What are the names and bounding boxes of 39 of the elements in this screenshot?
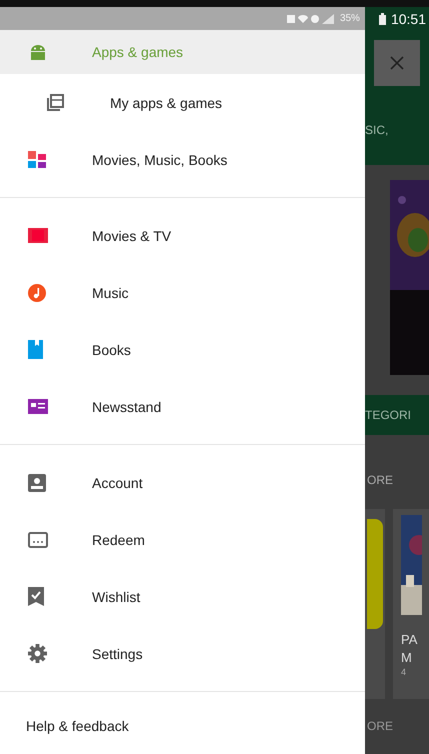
account-icon — [28, 474, 46, 492]
film-icon — [28, 228, 48, 243]
more-link[interactable]: ORE — [367, 719, 429, 733]
app-card[interactable] — [365, 509, 385, 699]
drawer-item[interactable]: Books — [0, 321, 365, 378]
newspaper-icon — [28, 399, 48, 414]
header-text: SIC, — [365, 123, 388, 137]
drawer-item[interactable]: Help & feedback — [0, 701, 365, 751]
wifi-icon — [298, 14, 308, 22]
drawer-item[interactable]: My apps & games — [0, 74, 365, 131]
signal-icon — [322, 14, 334, 24]
grid-icon — [28, 150, 46, 168]
battery-percentage: 35% — [340, 13, 360, 24]
more-link[interactable]: ORE — [367, 473, 429, 487]
robot-icon — [28, 44, 48, 60]
card-icon — [28, 532, 48, 548]
app-card[interactable]: PA M 4 — [393, 509, 429, 699]
drawer-item[interactable]: Account — [0, 454, 365, 511]
stacked-cards-icon — [46, 94, 64, 112]
battery-icon — [378, 12, 386, 24]
app-title: PA — [401, 631, 418, 649]
music-note-icon — [28, 284, 46, 302]
drawer-item[interactable]: Settings — [0, 625, 365, 682]
drawer-item[interactable]: Newsstand — [0, 378, 365, 435]
notification-icon — [286, 14, 295, 22]
app-rating: 4 — [401, 667, 408, 677]
book-icon — [28, 340, 43, 359]
drawer-item[interactable]: Wishlist — [0, 568, 365, 625]
alarm-icon — [310, 14, 319, 22]
close-button[interactable] — [374, 40, 420, 86]
bookmark-check-icon — [28, 587, 44, 606]
status-time: 10:51 — [390, 10, 426, 26]
drawer-item[interactable]: Redeem — [0, 511, 365, 568]
app-title: M — [401, 649, 413, 667]
drawer-item[interactable]: Music — [0, 264, 365, 321]
drawer-item[interactable]: Movies, Music, Books — [0, 131, 365, 188]
close-icon — [390, 56, 404, 70]
settings-icon — [28, 644, 47, 663]
drawer-item[interactable]: Movies & TV — [0, 207, 365, 264]
